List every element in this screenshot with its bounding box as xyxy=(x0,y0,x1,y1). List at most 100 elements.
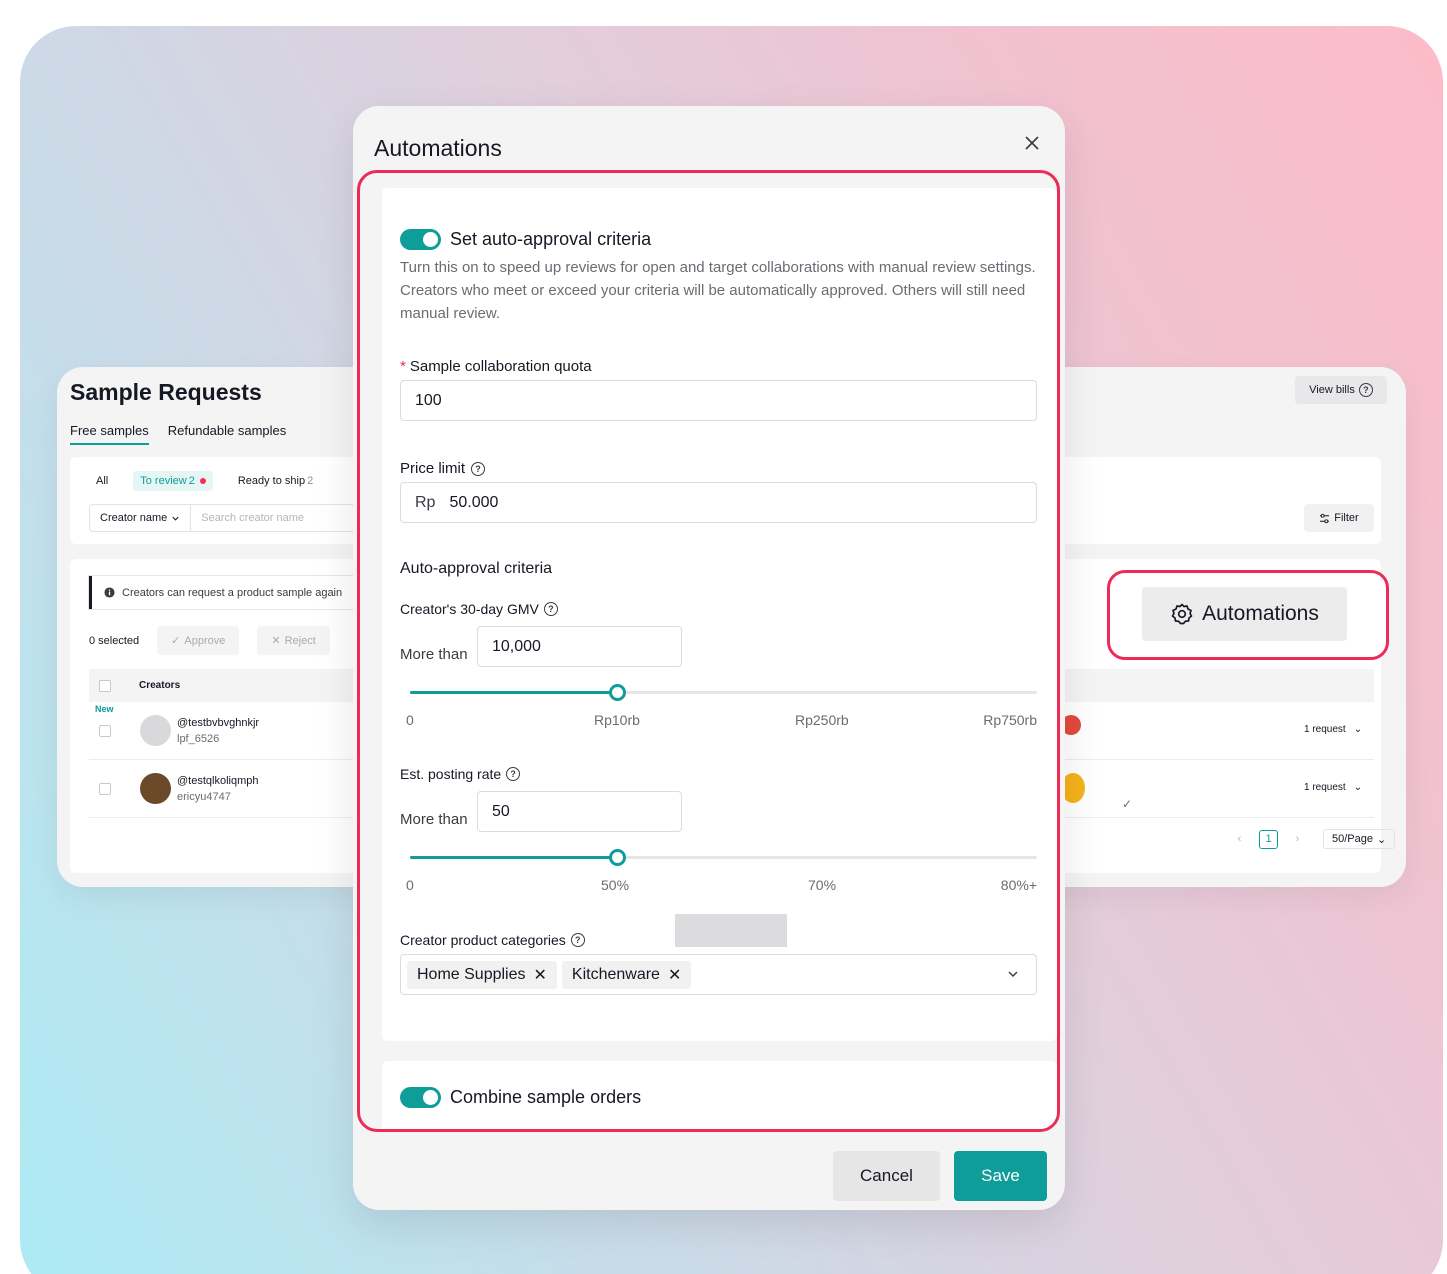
help-icon[interactable]: ? xyxy=(570,933,585,947)
view-bills-label: View bills xyxy=(1309,384,1355,396)
combine-orders-section: Combine sample orders xyxy=(382,1061,1057,1129)
select-all-checkbox[interactable] xyxy=(99,679,111,692)
chevron-down-icon xyxy=(172,516,179,521)
next-page-button[interactable]: › xyxy=(1288,830,1307,849)
categories-label: Creator product categories? xyxy=(400,932,585,948)
automations-callout: Automations xyxy=(1107,570,1389,660)
prev-page-button[interactable]: ‹ xyxy=(1230,830,1249,849)
posting-rate-label: Est. posting rate? xyxy=(400,766,521,782)
status-tabs: All To review 2 Ready to ship 2 xyxy=(89,471,320,491)
gmv-slider[interactable] xyxy=(410,684,1037,701)
tab-refundable-samples[interactable]: Refundable samples xyxy=(168,423,287,445)
quota-label: * Sample collaboration quota xyxy=(400,358,592,375)
gmv-more-than: More than xyxy=(400,646,468,663)
category-chip: Kitchenware ✕ xyxy=(561,960,692,989)
filter-button[interactable]: Filter xyxy=(1304,504,1374,532)
notification-dot xyxy=(199,478,206,485)
currency-prefix: Rp xyxy=(415,493,436,511)
page-number[interactable]: 1 xyxy=(1259,829,1278,849)
categories-label-text: Creator product categories xyxy=(400,932,566,948)
close-icon[interactable]: ✕ xyxy=(668,965,681,985)
reject-button[interactable]: ✕ Reject xyxy=(257,626,330,655)
combine-orders-toggle[interactable] xyxy=(400,1087,441,1108)
gmv-input[interactable]: 10,000 xyxy=(477,626,682,667)
posting-rate-slider-fill xyxy=(410,856,617,859)
auto-approval-description: Turn this on to speed up reviews for ope… xyxy=(400,259,1036,322)
price-limit-input[interactable]: Rp 50.000 xyxy=(400,482,1037,523)
price-limit-value: 50.000 xyxy=(449,493,499,511)
automations-button[interactable]: Automations xyxy=(1142,587,1347,641)
request-count: 1 request xyxy=(1304,782,1346,793)
combine-orders-title: Combine sample orders xyxy=(450,1087,642,1107)
category-chip: Home Supplies ✕ xyxy=(407,960,557,989)
posting-rate-slider[interactable] xyxy=(410,849,1037,866)
avatar xyxy=(140,715,171,746)
posting-rate-ticks: 0 50% 70% 80%+ xyxy=(406,877,1037,895)
automations-modal: Automations Set auto-approval criteria T… xyxy=(353,106,1065,1210)
reject-label: Reject xyxy=(284,634,316,647)
slider-tick: 50% xyxy=(601,877,630,893)
creator-handle[interactable]: @testbvbvghnkjr xyxy=(177,717,259,729)
chevron-down-icon[interactable] xyxy=(1006,967,1020,981)
tab-free-samples[interactable]: Free samples xyxy=(70,423,149,445)
help-icon[interactable]: ? xyxy=(543,602,558,616)
request-count: 1 request xyxy=(1304,724,1346,735)
slider-tick: 0 xyxy=(406,712,414,728)
selected-count: 0 selected xyxy=(89,634,140,647)
search-field-label: Creator name xyxy=(100,512,168,524)
creator-username: ericyu4747 xyxy=(177,791,231,803)
request-count-dropdown[interactable]: 1 request ⌄ xyxy=(1304,782,1362,793)
row-checkbox[interactable] xyxy=(99,783,111,795)
slider-tick: 0 xyxy=(406,877,414,893)
page-size-select[interactable]: 50/Page ⌄ xyxy=(1323,829,1396,849)
gmv-label-text: Creator's 30-day GMV xyxy=(400,601,539,617)
quota-input[interactable]: 100 xyxy=(400,380,1037,421)
auto-approval-toggle[interactable] xyxy=(400,229,441,250)
status-count: 2 xyxy=(188,475,195,487)
chevron-down-icon: ⌄ xyxy=(1376,833,1387,846)
close-icon: ✕ xyxy=(271,635,281,647)
row-checkbox[interactable] xyxy=(99,725,111,737)
approve-button[interactable]: ✓ Approve xyxy=(157,626,240,655)
chip-label: Home Supplies xyxy=(417,965,526,983)
help-icon[interactable]: ? xyxy=(471,461,486,476)
chevron-down-icon: ⌄ xyxy=(1353,724,1363,735)
search-input[interactable]: Search creator name xyxy=(191,512,304,524)
request-count-dropdown[interactable]: 1 request ⌄ xyxy=(1304,724,1362,735)
slider-tick: 70% xyxy=(808,877,837,893)
status-tab-to-review[interactable]: To review 2 xyxy=(133,471,213,491)
search-field-select[interactable]: Creator name xyxy=(90,505,192,531)
categories-select[interactable]: Home Supplies ✕ Kitchenware ✕ xyxy=(400,954,1037,995)
creator-search: Creator name Search creator name xyxy=(89,504,369,532)
save-button[interactable]: Save xyxy=(954,1151,1047,1201)
slider-tick: Rp10rb xyxy=(594,712,640,728)
cancel-button[interactable]: Cancel xyxy=(833,1151,940,1201)
info-icon xyxy=(104,587,115,598)
posting-rate-slider-handle[interactable] xyxy=(608,849,626,866)
view-bills-button[interactable]: View bills ? xyxy=(1295,376,1387,404)
page-size-label: 50/Page xyxy=(1332,833,1373,845)
column-creators: Creators xyxy=(139,680,181,691)
close-button[interactable] xyxy=(1021,132,1043,154)
filter-icon xyxy=(1320,513,1330,523)
status-count: 2 xyxy=(307,475,314,487)
page-title: Sample Requests xyxy=(70,379,262,405)
status-tab-ready-to-ship[interactable]: Ready to ship 2 xyxy=(231,471,320,491)
creator-username: lpf_6526 xyxy=(177,733,220,745)
modal-title: Automations xyxy=(374,135,502,161)
gmv-slider-handle[interactable] xyxy=(608,684,626,701)
status-tab-all[interactable]: All xyxy=(89,471,115,491)
status-tab-label: All xyxy=(96,475,109,487)
close-icon[interactable]: ✕ xyxy=(534,965,547,985)
posting-rate-input[interactable]: 50 xyxy=(477,791,682,832)
modal-body[interactable]: Set auto-approval criteria Turn this on … xyxy=(357,170,1060,1132)
creator-handle[interactable]: @testqlkoliqmph xyxy=(177,775,258,787)
help-icon[interactable]: ? xyxy=(506,767,521,781)
info-banner: Creators can request a product sample ag… xyxy=(89,576,369,609)
chevron-down-icon: ⌄ xyxy=(1353,782,1363,793)
sample-type-tabs: Free samples Refundable samples xyxy=(70,423,286,445)
check-icon: ✓ xyxy=(171,635,181,647)
gear-icon xyxy=(1171,603,1193,625)
help-icon: ? xyxy=(1358,383,1373,397)
info-banner-text: Creators can request a product sample ag… xyxy=(122,586,343,599)
